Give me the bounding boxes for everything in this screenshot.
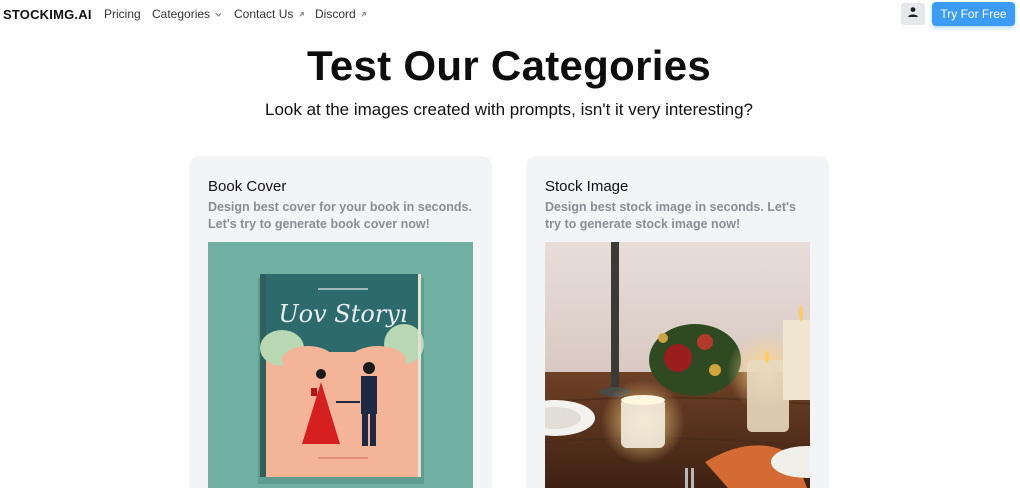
nav-categories-dropdown[interactable]: Categories	[152, 7, 223, 21]
book-cover-preview-image[interactable]: Uov Storyı	[208, 242, 473, 488]
navbar: STOCKIMG.AI Pricing Categories Contact U…	[0, 0, 1020, 28]
card-title: Book Cover	[208, 178, 287, 195]
card-description: Design best cover for your book in secon…	[208, 200, 472, 231]
external-link-icon	[296, 9, 306, 19]
user-account-button[interactable]	[901, 3, 925, 25]
book-cover-title: Uov Storyı	[278, 300, 407, 328]
category-card-stock-image[interactable]: Stock Image Design best stock image in s…	[526, 156, 829, 488]
user-icon	[907, 5, 919, 23]
card-title: Stock Image	[545, 178, 629, 195]
nav-contact-label: Contact Us	[234, 7, 294, 21]
category-card-book-cover[interactable]: Book Cover Design best cover for your bo…	[189, 156, 492, 488]
try-for-free-button[interactable]: Try For Free	[932, 2, 1015, 26]
chevron-down-icon	[213, 9, 223, 19]
nav-contact-link[interactable]: Contact Us	[234, 7, 306, 21]
nav-discord-label: Discord	[315, 7, 356, 21]
nav-pricing-link[interactable]: Pricing	[104, 7, 141, 21]
external-link-icon	[359, 9, 369, 19]
page-subtitle: Look at the images created with prompts,…	[265, 100, 753, 119]
nav-discord-link[interactable]: Discord	[315, 7, 369, 21]
card-description: Design best stock image in seconds. Let'…	[545, 200, 796, 231]
nav-categories-label: Categories	[152, 7, 211, 21]
nav-pricing-label: Pricing	[104, 7, 141, 21]
stock-image-preview-image[interactable]	[545, 242, 810, 488]
page-title: Test Our Categories	[306, 42, 712, 89]
site-logo[interactable]: STOCKIMG.AI	[3, 7, 92, 22]
